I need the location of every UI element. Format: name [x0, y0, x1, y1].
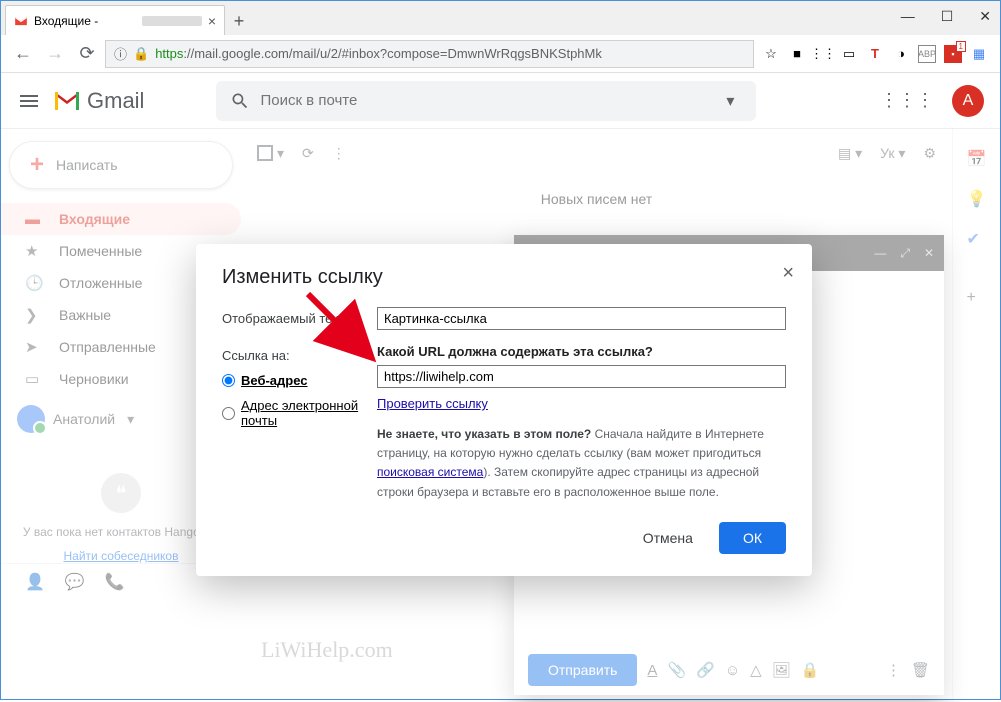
tab-title: Входящие -: [34, 14, 136, 28]
address-bar[interactable]: ⓘ 🔒 https://mail.google.com/mail/u/2/#in…: [105, 40, 754, 68]
radio-email-address[interactable]: Адрес электронной почты: [222, 398, 377, 428]
search-dropdown-icon[interactable]: ▾: [718, 91, 742, 111]
gmail-favicon-icon: [14, 14, 28, 28]
cancel-button[interactable]: Отмена: [631, 522, 705, 554]
ext-icon[interactable]: ▭: [840, 45, 858, 63]
ext-icon[interactable]: ◑: [892, 45, 910, 63]
search-icon: [230, 91, 250, 111]
tab-title-blur: [142, 16, 202, 26]
display-text-input[interactable]: [377, 307, 786, 330]
browser-tab[interactable]: Входящие - ×: [5, 5, 225, 35]
extensions-bar: ☆ ■ ⋮⋮ ▭ T ◑ ABP ▪1 ▦: [758, 45, 992, 63]
url-question: Какой URL должна содержать эта ссылка?: [377, 344, 786, 359]
dialog-close-icon[interactable]: ×: [782, 262, 794, 285]
ext-icon[interactable]: ■: [788, 45, 806, 63]
linkto-label: Ссылка на:: [222, 344, 377, 363]
gmail-logo-icon: [53, 90, 81, 112]
ok-button[interactable]: ОК: [719, 522, 786, 554]
search-input[interactable]: [260, 92, 708, 109]
ext-icon[interactable]: ⋮⋮: [814, 45, 832, 63]
search-box[interactable]: ▾: [216, 81, 756, 121]
tab-close-icon[interactable]: ×: [208, 13, 216, 29]
hint-block: Не знаете, что указать в этом поле? Снач…: [377, 425, 786, 502]
ext-t-icon[interactable]: T: [866, 45, 884, 63]
maximize-button[interactable]: ☐: [941, 8, 954, 25]
url-input[interactable]: [377, 365, 786, 388]
url-scheme: https: [155, 46, 183, 61]
radio-email-input[interactable]: [222, 407, 235, 420]
star-icon[interactable]: ☆: [762, 45, 780, 63]
new-tab-button[interactable]: +: [225, 7, 253, 35]
radio-email-label: Адрес электронной почты: [241, 398, 377, 428]
gmail-logo[interactable]: Gmail: [53, 88, 144, 114]
apps-icon[interactable]: ⋮⋮⋮: [880, 90, 934, 111]
radio-web-input[interactable]: [222, 374, 235, 387]
ext-badge-icon[interactable]: ▪1: [944, 45, 962, 63]
hint-lead: Не знаете, что указать в этом поле?: [377, 427, 591, 441]
menu-icon[interactable]: [17, 89, 41, 113]
gmail-brand-text: Gmail: [87, 88, 144, 114]
forward-button[interactable]: →: [41, 40, 69, 68]
reload-button[interactable]: ⟳: [73, 40, 101, 68]
close-window-button[interactable]: ✕: [979, 8, 991, 25]
info-icon: ⓘ: [114, 44, 127, 63]
test-link[interactable]: Проверить ссылку: [377, 396, 488, 411]
lock-icon: 🔒: [133, 46, 149, 62]
account-avatar[interactable]: A: [952, 85, 984, 117]
abp-icon[interactable]: ABP: [918, 45, 936, 63]
minimize-button[interactable]: —: [901, 8, 915, 25]
display-text-label: Отображаемый текст:: [222, 307, 377, 326]
ext-icon[interactable]: ▦: [970, 45, 988, 63]
radio-web-label: Веб-адрес: [241, 373, 308, 388]
dialog-title: Изменить ссылку: [222, 266, 786, 289]
url-text: ://mail.google.com/mail/u/2/#inbox?compo…: [183, 46, 601, 61]
back-button[interactable]: ←: [9, 40, 37, 68]
edit-link-dialog: × Изменить ссылку Отображаемый текст: Сс…: [196, 244, 812, 576]
hint-search-link[interactable]: поисковая система: [377, 465, 483, 479]
radio-web-address[interactable]: Веб-адрес: [222, 373, 377, 388]
